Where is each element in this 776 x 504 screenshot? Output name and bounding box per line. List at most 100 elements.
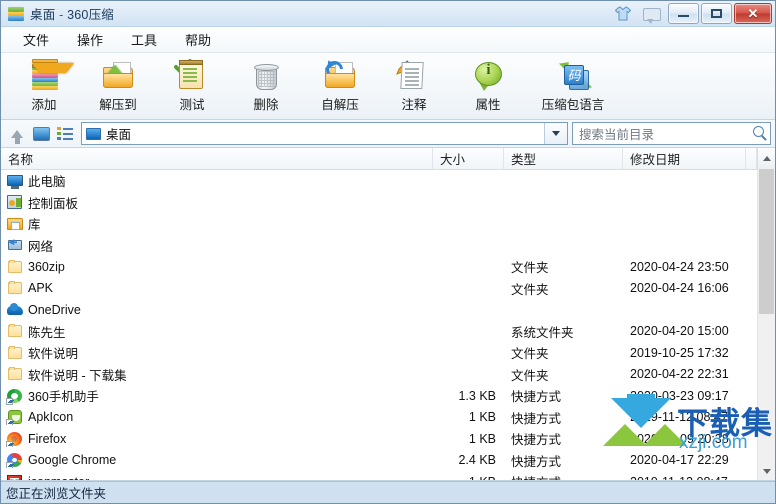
table-row[interactable]: Google Chrome 2.4 KB 快捷方式 2020-04-17 22:…: [1, 450, 775, 472]
file-name: Google Chrome: [28, 453, 117, 468]
table-row[interactable]: ApkIcon 1 KB 快捷方式 2019-11-12 08:47: [1, 407, 775, 429]
search-input[interactable]: 搜索当前目录: [572, 122, 771, 145]
table-row[interactable]: iconmaster 1 KB 快捷方式 2019-11-12 08:47: [1, 471, 775, 480]
column-header-date[interactable]: 修改日期: [623, 148, 746, 169]
toolbar-button-add[interactable]: 添加: [7, 56, 81, 114]
column-header-filler: [746, 148, 757, 169]
file-name: iconmaster: [28, 475, 89, 480]
cell-name: 控制面板: [1, 193, 433, 212]
properties-icon: i: [470, 59, 506, 93]
cell-size: 1.3 KB: [458, 388, 496, 403]
cell-type: 快捷方式: [511, 454, 562, 469]
view-mode-button[interactable]: [53, 123, 77, 145]
skin-icon[interactable]: [610, 3, 636, 24]
this-pc-icon: [7, 173, 23, 189]
folder-icon: [7, 345, 23, 361]
maximize-button[interactable]: [701, 3, 732, 24]
table-row[interactable]: APK 文件夹 2020-04-24 16:06: [1, 278, 775, 300]
scroll-down-button[interactable]: [758, 463, 775, 480]
file-name: 软件说明 - 下载集: [28, 368, 127, 383]
status-bar: 您正在浏览文件夹: [1, 481, 775, 503]
table-row[interactable]: 360手机助手 1.3 KB 快捷方式 2020-03-23 09:17: [1, 385, 775, 407]
feedback-icon[interactable]: [638, 3, 664, 24]
table-row[interactable]: 此电脑: [1, 170, 775, 192]
window-title-separator: -: [55, 8, 68, 22]
menu-item-tools[interactable]: 工具: [117, 27, 171, 52]
window-title: 桌面 - 360压缩: [30, 4, 114, 23]
folder-icon: [7, 366, 23, 382]
cell-type: 文件夹: [511, 261, 549, 276]
table-row[interactable]: 库: [1, 213, 775, 235]
vertical-scrollbar[interactable]: [757, 169, 775, 480]
search-icon[interactable]: [753, 126, 764, 137]
library-icon: [7, 216, 23, 232]
toolbar-label-comment: 注释: [401, 98, 427, 112]
table-row[interactable]: 软件说明 - 下载集 文件夹 2020-04-22 22:31: [1, 364, 775, 386]
file-name: 控制面板: [28, 196, 79, 211]
toolbar-button-extract-to[interactable]: 解压到: [81, 56, 155, 114]
cell-size: 1 KB: [433, 475, 504, 480]
desktop-button[interactable]: [29, 123, 53, 145]
file-name: 360zip: [28, 259, 65, 274]
app-icon: [8, 6, 24, 22]
cell-name: Firefox: [1, 431, 433, 447]
file-name: 软件说明: [28, 347, 79, 362]
table-row[interactable]: 控制面板: [1, 192, 775, 214]
path-input[interactable]: 桌面: [81, 122, 568, 145]
cell-name: 库: [1, 214, 433, 233]
toolbar-button-test[interactable]: 测试: [155, 56, 229, 114]
onedrive-icon: [7, 302, 23, 318]
column-header-type[interactable]: 类型: [504, 148, 623, 169]
menu-item-file[interactable]: 文件: [9, 27, 63, 52]
cell-type: 文件夹: [511, 282, 549, 297]
folder-icon: [7, 259, 23, 275]
file-name: OneDrive: [28, 302, 81, 317]
cell-name: 此电脑: [1, 171, 433, 190]
toolbar-button-archive-language[interactable]: 码 压缩包语言: [525, 56, 621, 114]
table-row[interactable]: 360zip 文件夹 2020-04-24 23:50: [1, 256, 775, 278]
cell-name: 软件说明 - 下载集: [1, 365, 433, 384]
folder-icon: [7, 323, 23, 339]
toolbar-label-self-extract: 自解压: [321, 98, 359, 112]
table-row[interactable]: 软件说明 文件夹 2019-10-25 17:32: [1, 342, 775, 364]
table-row[interactable]: 陈先生 系统文件夹 2020-04-20 15:00: [1, 321, 775, 343]
close-button[interactable]: ✕: [734, 3, 772, 24]
menu-bar: 文件 操作 工具 帮助: [1, 27, 775, 53]
toolbar-button-comment[interactable]: 注释: [377, 56, 451, 114]
menu-item-help[interactable]: 帮助: [171, 27, 225, 52]
cell-date: 2020-04-22 22:31: [630, 367, 729, 382]
column-header-size[interactable]: 大小: [433, 148, 504, 169]
desktop-icon: [32, 126, 50, 141]
file-name: 360手机助手: [28, 390, 99, 405]
folder-icon: [7, 280, 23, 296]
iconmaster-icon: [7, 474, 23, 480]
menu-item-operate[interactable]: 操作: [63, 27, 117, 52]
table-row[interactable]: OneDrive: [1, 299, 775, 321]
cell-name: OneDrive: [1, 302, 433, 318]
toolbar-button-self-extract[interactable]: 自解压: [303, 56, 377, 114]
toolbar-label-delete: 删除: [253, 98, 279, 112]
window-title-path: 桌面: [30, 8, 56, 22]
cell-name: 360zip: [1, 259, 433, 275]
path-dropdown-button[interactable]: [544, 123, 567, 144]
column-header-name[interactable]: 名称: [1, 148, 433, 169]
up-folder-button[interactable]: [5, 123, 29, 145]
cell-type: 快捷方式: [511, 390, 562, 405]
cell-date: 2020-03-23 09:17: [630, 388, 729, 403]
360-mobile-assistant-icon: [6, 388, 23, 405]
cell-date: 2019-11-12 08:47: [623, 475, 746, 480]
cell-name: Google Chrome: [1, 452, 433, 469]
cell-name: APK: [1, 280, 433, 296]
scrollbar-thumb[interactable]: [759, 169, 774, 314]
toolbar: 添加 解压到 测试 删除 自解压 注释 i 属性 码 压缩包语言: [1, 53, 775, 120]
table-row[interactable]: Firefox 1 KB 快捷方式 2020-04-09 20:38: [1, 428, 775, 450]
scroll-up-button[interactable]: [757, 148, 775, 169]
toolbar-button-delete[interactable]: 删除: [229, 56, 303, 114]
cell-type: 文件夹: [511, 368, 549, 383]
cell-size: 1 KB: [468, 410, 496, 425]
table-row[interactable]: 网络: [1, 235, 775, 257]
toolbar-button-properties[interactable]: i 属性: [451, 56, 525, 114]
minimize-button[interactable]: [668, 3, 699, 24]
toolbar-label-test: 测试: [179, 98, 205, 112]
cell-date: 2020-04-24 23:50: [630, 259, 729, 274]
